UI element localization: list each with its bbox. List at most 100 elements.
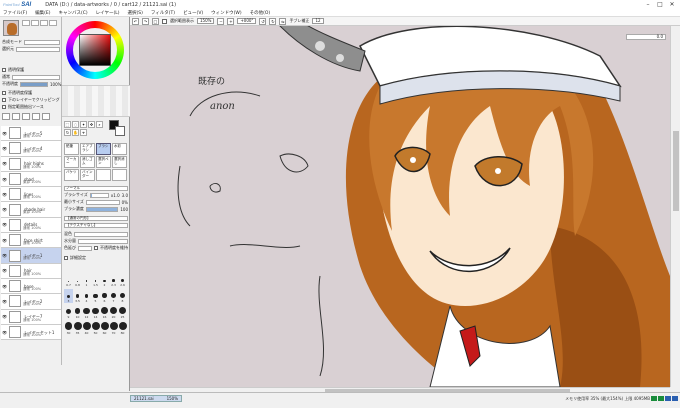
close-button[interactable]: ✕ — [666, 0, 678, 9]
option-checkbox-3[interactable] — [2, 105, 6, 109]
menu-edit[interactable]: 編集(E) — [35, 10, 50, 16]
menu-window[interactable]: ウィンドウ(W) — [211, 10, 241, 16]
eye-icon[interactable]: 👁 — [2, 146, 7, 151]
density-slider[interactable] — [85, 206, 119, 212]
layer-item[interactable]: 👁 face shirt 通常 100% — [1, 233, 61, 249]
brush-size-preset[interactable]: 10 — [73, 305, 82, 319]
menu-layer[interactable]: レイヤー(L) — [96, 10, 120, 16]
color-swatches[interactable] — [62, 85, 130, 117]
lasso-tool-icon[interactable]: ◌ — [72, 121, 79, 128]
option-checkbox-1[interactable] — [2, 91, 6, 95]
brush-tool[interactable]: ブラシ — [96, 143, 111, 155]
brush-texture-select[interactable]: 【テクスチャなし】 — [64, 222, 128, 228]
detail-checkbox[interactable] — [64, 256, 68, 260]
zoom-tool-icon[interactable]: ⌕ — [96, 121, 103, 128]
protect-checkbox[interactable] — [2, 68, 6, 72]
blend-mode-select[interactable] — [12, 74, 60, 80]
brush-size-preset[interactable]: 6 — [100, 289, 109, 303]
brush-tool[interactable]: バインダー — [80, 169, 95, 181]
saturation-value-square[interactable] — [79, 34, 111, 66]
brush-tool[interactable]: 選択消し — [112, 156, 127, 168]
mode-select[interactable] — [24, 39, 60, 45]
zoom-out-icon[interactable]: − — [217, 17, 225, 25]
brush-tool[interactable]: エアブラシ — [80, 143, 95, 155]
eye-icon[interactable]: 👁 — [2, 284, 7, 289]
layer-item[interactable]: 👁 lines 通常 100% — [1, 187, 61, 203]
undo-icon[interactable]: ↶ — [132, 17, 139, 25]
brush-size-preset[interactable]: 2 — [100, 273, 109, 287]
nav-zoom-in-icon[interactable] — [22, 20, 30, 26]
nav-reset-icon[interactable] — [40, 20, 48, 26]
eye-icon[interactable]: 👁 — [2, 131, 7, 136]
background-color[interactable] — [115, 126, 125, 136]
deselect-icon[interactable]: □ — [152, 17, 159, 25]
brush-tool[interactable]: 選択ペン — [96, 156, 111, 168]
brush-size-preset[interactable]: 12 — [82, 305, 91, 319]
eye-icon[interactable]: 👁 — [2, 207, 7, 212]
vertical-scroll-thumb[interactable] — [673, 131, 679, 211]
menu-filter[interactable]: フィルタ(T) — [151, 10, 175, 16]
drawing-canvas[interactable]: 既存の anon — [130, 26, 670, 387]
brush-size-preset[interactable]: 80 — [118, 321, 127, 335]
menu-other[interactable]: その他(O) — [250, 10, 271, 16]
brush-tool[interactable]: マーカー — [64, 156, 79, 168]
brush-size-preset[interactable]: 1.5 — [91, 273, 100, 287]
brush-size-slider[interactable] — [89, 192, 109, 198]
layer-item[interactable]: 👁 レイヤーセット1 通常 100% — [1, 324, 61, 341]
keep-opacity-checkbox[interactable] — [94, 246, 98, 250]
layer-item[interactable]: 👁 details 通常 100% — [1, 217, 61, 234]
clear-layer-icon[interactable] — [32, 113, 40, 120]
move-tool-icon[interactable]: ✥ — [88, 121, 95, 128]
brush-size-preset[interactable]: 2.6 — [118, 273, 127, 287]
brush-size-preset[interactable]: 70 — [109, 321, 118, 335]
nav-zoom-out-icon[interactable] — [31, 20, 39, 26]
option-checkbox-2[interactable] — [2, 98, 6, 102]
brush-tool[interactable]: 水彩 — [112, 143, 127, 155]
persist-slider[interactable] — [78, 245, 92, 251]
brush-size-preset[interactable]: 3 — [64, 289, 73, 303]
layer-item[interactable]: 👁 レイヤー4 通常 100% — [1, 141, 61, 157]
layer-item[interactable]: 👁 hair 通常 100% — [1, 263, 61, 279]
menu-canvas[interactable]: キャンバス(C) — [58, 10, 87, 16]
brush-shape-select[interactable]: 【通常の円形】 — [64, 215, 128, 221]
brush-size-preset[interactable]: 4 — [82, 289, 91, 303]
brush-size-preset[interactable]: 14 — [91, 305, 100, 319]
zoom-field[interactable]: 150% — [197, 18, 215, 24]
min-size-slider[interactable] — [85, 199, 120, 205]
layer-item[interactable]: 👁 レイヤー5 通常 100% — [1, 126, 61, 142]
brush-mode-select[interactable]: ノーマル — [64, 185, 128, 191]
eye-icon[interactable]: 👁 — [2, 268, 7, 273]
eye-icon[interactable]: 👁 — [2, 161, 7, 166]
document-tab[interactable]: 21121.sai 150% — [130, 395, 182, 402]
eye-icon[interactable]: 👁 — [2, 222, 7, 227]
rotate-right-icon[interactable]: ↻ — [269, 17, 277, 25]
select-source-field[interactable] — [16, 46, 60, 52]
brush-size-preset[interactable]: 2.3 — [109, 273, 118, 287]
opacity-slider[interactable] — [20, 81, 48, 87]
menu-file[interactable]: ファイル(F) — [3, 10, 27, 16]
stabilizer-field[interactable]: 12 — [312, 18, 324, 24]
water-slider[interactable] — [78, 238, 128, 244]
zoom-in-icon[interactable]: + — [227, 17, 235, 25]
brush-size-preset[interactable]: 60 — [100, 321, 109, 335]
layer-item[interactable]: 👁 shade hair 乗算 100% — [1, 202, 61, 218]
brush-size-preset[interactable]: 9 — [64, 305, 73, 319]
merge-down-icon[interactable] — [22, 113, 30, 120]
flip-icon[interactable]: ⇋ — [279, 17, 287, 25]
new-layer-icon[interactable] — [2, 113, 10, 120]
selection-display-checkbox[interactable] — [162, 18, 167, 24]
eye-icon[interactable]: 👁 — [2, 192, 7, 197]
minimize-button[interactable]: – — [642, 0, 654, 9]
layer-item[interactable]: 👁 レイヤー1 通常 100% — [1, 248, 61, 264]
layer-item[interactable]: 👁 レイヤー2 通常 100% — [1, 294, 61, 310]
menu-view[interactable]: ビュー(V) — [183, 10, 203, 16]
new-folder-icon[interactable] — [12, 113, 20, 120]
brush-size-preset[interactable]: 30 — [64, 321, 73, 335]
layer-item[interactable]: 👁 base 通常 100% — [1, 278, 61, 295]
brush-tool[interactable]: バケツ — [64, 169, 79, 181]
magic-wand-icon[interactable]: ✦ — [80, 121, 87, 128]
redo-icon[interactable]: ↷ — [142, 17, 149, 25]
brush-size-preset[interactable]: 0.7 — [64, 273, 73, 287]
navigator-thumbnail[interactable] — [3, 20, 19, 36]
layer-item[interactable]: 👁 shad 乗算 100% — [1, 171, 61, 188]
